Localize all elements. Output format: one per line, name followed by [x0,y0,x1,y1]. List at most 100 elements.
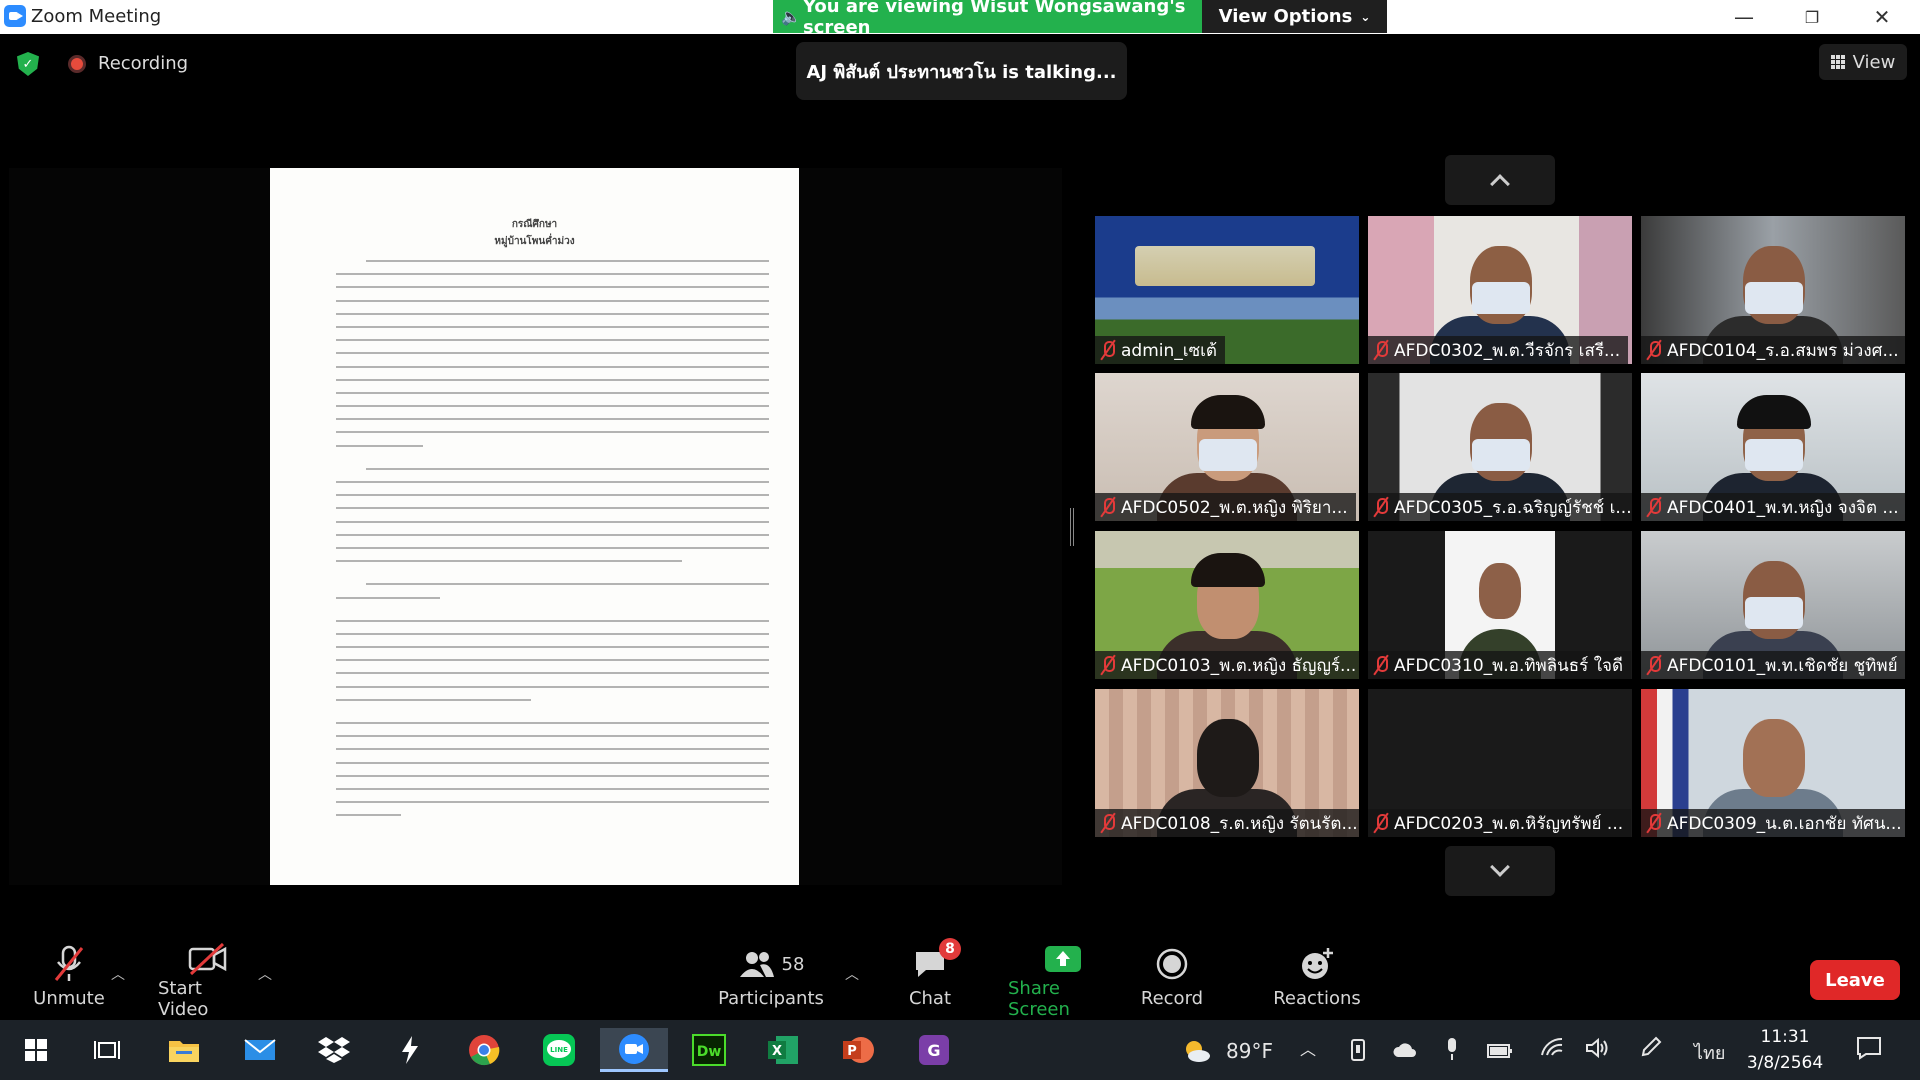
dreamweaver-icon[interactable]: Dw [687,1028,731,1072]
shared-document-page: กรณีศึกษา หมู่บ้านโพนค่ำม่วง [270,168,799,885]
participant-tile[interactable]: AFDC0310_พ.อ.ทิพลินธร์ ใจดี [1368,531,1632,679]
participant-tile[interactable]: AFDC0305_ร.อ.ฉริญญ์รัชช์ เ... [1368,373,1632,521]
face-mask [1472,282,1530,314]
record-button[interactable]: Record [1132,934,1212,1020]
show-hidden-icons-icon[interactable]: ︿ [1300,1036,1316,1060]
participant-name: AFDC0302_พ.ต.วีรจักร เสรี... [1394,340,1621,361]
onedrive-cloud-icon[interactable] [1392,1040,1418,1064]
maximize-button[interactable]: ❐ [1782,0,1842,34]
weather-temperature[interactable]: 89°F [1226,1039,1273,1063]
input-language-indicator[interactable]: ไทย [1694,1038,1725,1067]
participant-name-tag: AFDC0104_ร.อ.สมพร ม่วงศ... [1641,336,1905,364]
chevron-up-icon [1490,174,1510,194]
participant-tile[interactable]: AFDC0108_ร.ต.หญิง รัตนรัต... [1095,689,1359,837]
participant-tile[interactable]: AFDC0103_พ.ต.หญิง ธัญญร์... [1095,531,1359,679]
svg-text:G: G [927,1041,940,1060]
participant-tile[interactable]: AFDC0203_พ.ต.หิรัญทรัพย์ ... [1368,689,1632,837]
close-button[interactable]: ✕ [1852,0,1912,34]
window-title: Zoom Meeting [31,6,162,27]
powerpoint-icon[interactable]: P [836,1028,880,1072]
document-title-line2: หมู่บ้านโพนค่ำม่วง [494,236,575,247]
muted-mic-icon [1647,655,1661,675]
participant-face [1743,719,1805,797]
chrome-icon[interactable] [462,1028,506,1072]
viewing-screen-text: You are viewing Wisut Wongsawang's scree… [803,0,1186,38]
windows-start-icon[interactable] [14,1028,58,1072]
recording-label: Recording [98,53,189,74]
participant-tile[interactable]: AFDC0101_พ.ท.เชิดชัย ชูทิพย์ [1641,531,1905,679]
participant-name: AFDC0310_พ.อ.ทิพลินธร์ ใจดี [1394,655,1624,676]
pen-workspace-icon[interactable] [1640,1036,1662,1065]
participant-tile[interactable]: AFDC0309_น.ต.เอกชัย ทัศน... [1641,689,1905,837]
task-view-icon[interactable] [85,1028,129,1072]
clock-date: 3/8/2564 [1746,1053,1824,1073]
minimize-button[interactable]: — [1714,0,1774,34]
encryption-shield-icon[interactable]: ✓ [17,52,39,76]
muted-mic-icon [1101,655,1115,675]
participant-face [1197,719,1259,797]
audio-options-caret-icon[interactable]: ︿ [111,964,125,984]
file-explorer-icon[interactable] [162,1028,206,1072]
unmute-label: Unmute [33,988,105,1009]
wifi-icon[interactable] [1540,1037,1564,1062]
notification-center-icon[interactable] [1856,1036,1882,1065]
participant-tile[interactable]: admin_เซเต้ [1095,216,1359,364]
document-body [336,260,769,817]
muted-mic-icon [1374,813,1388,833]
muted-mic-icon [1374,340,1388,360]
participant-name: AFDC0104_ร.อ.สมพร ม่วงศ... [1667,340,1899,361]
gallery-page-up-button[interactable] [1445,155,1555,205]
face-mask [1472,439,1530,471]
participants-button[interactable]: 58 Participants [718,934,824,1020]
speaker-icon: 🔈 [781,7,801,26]
view-label: View [1852,51,1896,73]
excel-icon[interactable]: X [761,1028,805,1072]
unmute-button[interactable]: Unmute [28,934,110,1020]
record-icon [1155,942,1189,986]
video-off-icon [187,942,229,976]
zoom-taskbar-icon[interactable] [600,1028,668,1072]
panel-resize-handle[interactable] [1070,508,1074,546]
chat-button[interactable]: 8 Chat [905,934,961,1020]
line-app-icon[interactable]: LINE [537,1028,581,1072]
participant-name: AFDC0401_พ.ท.หญิง จงจิต ... [1667,497,1899,518]
shared-screen[interactable]: กรณีศึกษา หมู่บ้านโพนค่ำม่วง [9,168,1062,885]
muted-mic-icon [1647,813,1661,833]
start-video-button[interactable]: Start Video [158,934,258,1020]
active-speaker-indicator: AJ พิสันต์ ประทานชวโน is talking... [796,42,1127,100]
participant-name-tag: AFDC0108_ร.ต.หญิง รัตนรัต... [1095,809,1359,837]
share-screen-button[interactable]: Share Screen [1008,934,1118,1020]
reactions-button[interactable]: Reactions [1272,934,1362,1020]
muted-mic-icon [1101,813,1115,833]
meet-now-icon[interactable] [1348,1038,1368,1067]
participant-tile[interactable]: AFDC0401_พ.ท.หญิง จงจิต ... [1641,373,1905,521]
battery-icon[interactable] [1487,1040,1513,1064]
view-button[interactable]: View [1819,44,1907,80]
window-titlebar: Zoom Meeting 🔈 You are viewing Wisut Won… [0,0,1920,38]
view-options-button[interactable]: View Options ⌄ [1202,0,1387,33]
participant-name-tag: AFDC0309_น.ต.เอกชัย ทัศน... [1641,809,1905,837]
dropbox-icon[interactable] [312,1028,356,1072]
volume-icon[interactable] [1585,1037,1609,1064]
svg-text:LINE: LINE [550,1046,568,1054]
participant-tile[interactable]: AFDC0104_ร.อ.สมพร ม่วงศ... [1641,216,1905,364]
video-options-caret-icon[interactable]: ︿ [258,964,272,984]
participants-options-caret-icon[interactable]: ︿ [845,964,859,984]
participant-name-tag: AFDC0305_ร.อ.ฉริญญ์รัชช์ เ... [1368,493,1632,521]
weather-icon[interactable] [1182,1038,1212,1069]
participant-tile[interactable]: AFDC0302_พ.ต.วีรจักร เสรี... [1368,216,1632,364]
app-lightning-icon[interactable] [388,1028,432,1072]
mail-icon[interactable] [238,1028,282,1072]
gallery-page-down-button[interactable] [1445,846,1555,896]
taskbar-clock[interactable]: 11:31 3/8/2564 [1745,1024,1825,1076]
microphone-muted-icon [52,942,86,986]
microphone-in-use-icon[interactable] [1444,1036,1460,1067]
clock-time: 11:31 [1760,1027,1810,1047]
participant-name-tag: AFDC0401_พ.ท.หญิง จงจิต ... [1641,493,1905,521]
muted-mic-icon [1101,340,1115,360]
muted-mic-icon [1101,497,1115,517]
pdf-app-icon[interactable]: G [912,1028,956,1072]
participant-tile[interactable]: AFDC0502_พ.ต.หญิง พิริยา... [1095,373,1359,521]
participant-name: AFDC0108_ร.ต.หญิง รัตนรัต... [1121,813,1358,834]
leave-meeting-button[interactable]: Leave [1810,960,1900,1000]
